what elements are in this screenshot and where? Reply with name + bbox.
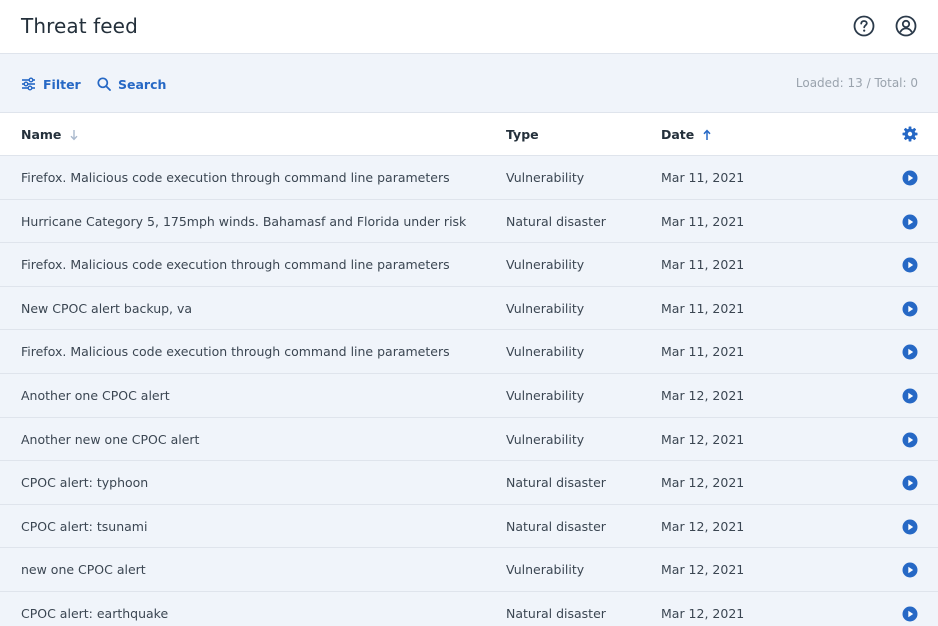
play-circle-icon (902, 606, 918, 622)
row-open-button[interactable] (902, 388, 918, 404)
row-date: Mar 11, 2021 (661, 344, 745, 360)
row-open-button[interactable] (902, 301, 918, 317)
row-date: Mar 11, 2021 (661, 213, 745, 229)
row-open-button[interactable] (902, 519, 918, 535)
row-name: CPOC alert: tsunami (21, 518, 148, 534)
row-date: Mar 11, 2021 (661, 257, 745, 273)
row-date: Mar 12, 2021 (661, 431, 745, 447)
column-type-label: Type (506, 127, 539, 142)
column-header-type[interactable]: Type (506, 127, 539, 142)
filter-button[interactable]: Filter (21, 75, 81, 93)
play-circle-icon (902, 562, 918, 578)
row-date: Mar 12, 2021 (661, 605, 745, 621)
play-circle-icon (902, 257, 918, 273)
threat-table: Name Type Date Firefox. Malicious code e… (0, 113, 938, 626)
arrow-down-icon (70, 129, 78, 140)
row-type: Natural disaster (506, 475, 606, 491)
row-name: New CPOC alert backup, va (21, 300, 193, 316)
row-open-button[interactable] (902, 432, 918, 448)
toolbar: Filter Search Loaded: 13 / Total: 0 (0, 54, 938, 113)
column-header-date[interactable]: Date (661, 127, 712, 142)
table-row[interactable]: Another new one CPOC alert Vulnerability… (0, 417, 938, 462)
row-name: Firefox. Malicious code execution throug… (21, 170, 450, 185)
gear-icon (902, 126, 918, 142)
loaded-count: Loaded: 13 / Total: 0 (795, 76, 918, 90)
row-type: Vulnerability (506, 344, 585, 360)
column-date-label: Date (661, 127, 695, 142)
row-type: Vulnerability (506, 170, 585, 185)
row-name: Another new one CPOC alert (21, 431, 200, 447)
table-row[interactable]: CPOC alert: earthquake Natural disaster … (0, 591, 938, 626)
arrow-up-icon (703, 129, 711, 140)
row-type: Natural disaster (506, 518, 606, 534)
table-row[interactable]: CPOC alert: tsunami Natural disaster Mar… (0, 504, 938, 549)
row-type: Vulnerability (506, 300, 585, 316)
row-open-button[interactable] (902, 562, 918, 578)
row-name: CPOC alert: typhoon (21, 475, 149, 491)
row-name: Hurricane Category 5, 175mph winds. Baha… (21, 213, 467, 229)
row-open-button[interactable] (902, 170, 918, 186)
row-type: Vulnerability (506, 257, 585, 273)
table-row[interactable]: Firefox. Malicious code execution throug… (0, 330, 938, 374)
column-name-label: Name (21, 127, 62, 142)
table-row[interactable]: new one CPOC alert Vulnerability Mar 12,… (0, 548, 938, 592)
play-circle-icon (902, 344, 918, 360)
row-open-button[interactable] (902, 606, 918, 622)
help-button[interactable] (852, 14, 876, 38)
row-name: new one CPOC alert (21, 562, 146, 578)
row-type: Vulnerability (506, 431, 585, 447)
play-circle-icon (902, 475, 918, 491)
row-open-button[interactable] (902, 344, 918, 360)
table-row[interactable]: Firefox. Malicious code execution throug… (0, 243, 938, 287)
search-label: Search (118, 76, 167, 92)
table-row[interactable]: CPOC alert: typhoon Natural disaster Mar… (0, 461, 938, 505)
question-circle-icon (853, 15, 875, 37)
row-name: Another one CPOC alert (21, 387, 170, 403)
row-name: Firefox. Malicious code execution throug… (21, 344, 450, 360)
table-body: Firefox. Malicious code execution throug… (0, 156, 938, 626)
table-row[interactable]: New CPOC alert backup, va Vulnerability … (0, 286, 938, 331)
search-button[interactable]: Search (97, 75, 166, 93)
play-circle-icon (902, 170, 918, 186)
page-title: Threat feed (21, 14, 138, 38)
table-settings-button[interactable] (902, 126, 918, 142)
row-date: Mar 11, 2021 (661, 170, 745, 185)
table-row[interactable]: Another one CPOC alert Vulnerability Mar… (0, 373, 938, 418)
row-type: Natural disaster (506, 213, 606, 229)
table-header: Name Type Date (0, 113, 938, 156)
play-circle-icon (902, 214, 918, 230)
column-header-name[interactable]: Name (21, 127, 79, 142)
row-name: Firefox. Malicious code execution throug… (21, 257, 450, 273)
page-header: Threat feed (0, 0, 938, 54)
row-date: Mar 12, 2021 (661, 475, 745, 491)
user-circle-icon (895, 15, 917, 37)
play-circle-icon (902, 519, 918, 535)
row-date: Mar 12, 2021 (661, 518, 745, 534)
play-circle-icon (902, 301, 918, 317)
row-date: Mar 11, 2021 (661, 300, 745, 316)
profile-button[interactable] (894, 14, 918, 38)
row-open-button[interactable] (902, 257, 918, 273)
row-date: Mar 12, 2021 (661, 387, 745, 403)
filter-label: Filter (43, 76, 81, 92)
row-date: Mar 12, 2021 (661, 562, 745, 578)
play-circle-icon (902, 388, 918, 404)
row-type: Natural disaster (506, 605, 606, 621)
row-name: CPOC alert: earthquake (21, 605, 169, 621)
row-type: Vulnerability (506, 387, 585, 403)
search-icon (97, 77, 111, 91)
row-open-button[interactable] (902, 214, 918, 230)
table-row[interactable]: Hurricane Category 5, 175mph winds. Baha… (0, 199, 938, 244)
row-type: Vulnerability (506, 562, 585, 578)
sliders-icon (22, 77, 35, 91)
play-circle-icon (902, 432, 918, 448)
table-row[interactable]: Firefox. Malicious code execution throug… (0, 156, 938, 200)
row-open-button[interactable] (902, 475, 918, 491)
